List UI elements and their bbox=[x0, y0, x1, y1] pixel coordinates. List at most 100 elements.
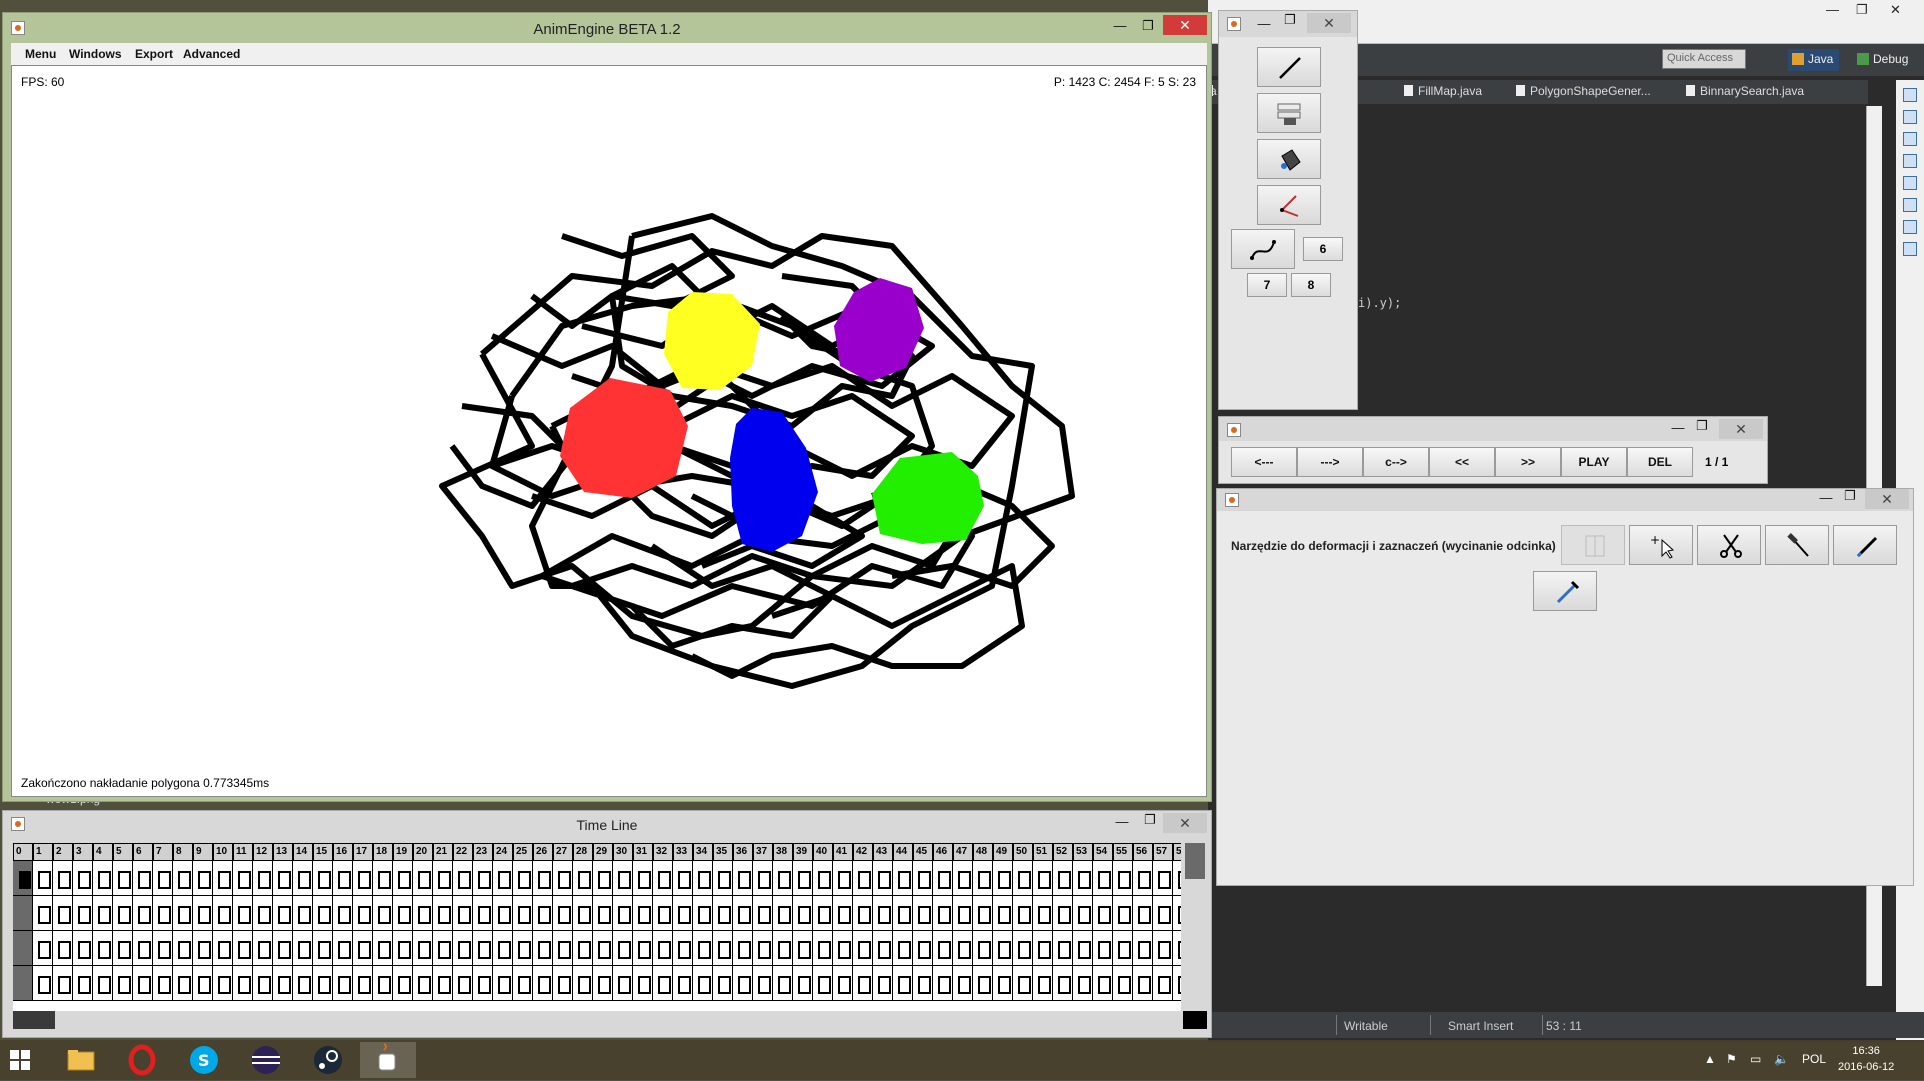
frame-cell[interactable] bbox=[533, 896, 553, 931]
frame-cell[interactable] bbox=[1173, 966, 1181, 1001]
frame-cell[interactable] bbox=[453, 861, 473, 896]
frame-cell[interactable] bbox=[913, 931, 933, 966]
frame-cell[interactable] bbox=[493, 966, 513, 1001]
frame-cell[interactable] bbox=[513, 931, 533, 966]
frame-cell[interactable] bbox=[973, 896, 993, 931]
scroll-thumb[interactable] bbox=[13, 1011, 55, 1029]
frame-cell[interactable] bbox=[33, 966, 53, 1001]
menu-export[interactable]: Export bbox=[135, 47, 173, 61]
frame-cell[interactable] bbox=[1173, 861, 1181, 896]
frame-cell[interactable] bbox=[993, 931, 1013, 966]
frame-cell[interactable] bbox=[193, 896, 213, 931]
timeline-vertical-scrollbar[interactable] bbox=[1183, 843, 1207, 1031]
frame-cell[interactable] bbox=[573, 966, 593, 1001]
frame-cell[interactable] bbox=[633, 931, 653, 966]
frame-cell[interactable] bbox=[893, 966, 913, 1001]
frame-cell[interactable] bbox=[773, 931, 793, 966]
frame-cell[interactable] bbox=[773, 896, 793, 931]
frame-cell[interactable] bbox=[1113, 896, 1133, 931]
frame-cell[interactable] bbox=[1113, 931, 1133, 966]
deform-minimize-button[interactable]: — bbox=[1817, 491, 1835, 507]
taskbar-java-app[interactable] bbox=[360, 1042, 416, 1078]
frame-cell[interactable] bbox=[373, 931, 393, 966]
frame-cell[interactable] bbox=[813, 966, 833, 1001]
frame-cell[interactable] bbox=[753, 861, 773, 896]
frame-cell[interactable] bbox=[233, 966, 253, 1001]
frame-cell[interactable] bbox=[533, 861, 553, 896]
side-view-icon[interactable] bbox=[1903, 242, 1917, 256]
frame-cell[interactable] bbox=[1013, 966, 1033, 1001]
frame-cell[interactable] bbox=[73, 931, 93, 966]
frame-cell[interactable] bbox=[873, 896, 893, 931]
frame-cell[interactable] bbox=[433, 931, 453, 966]
frame-cell[interactable] bbox=[33, 931, 53, 966]
frame-cell[interactable] bbox=[533, 931, 553, 966]
line-tool-button[interactable] bbox=[1257, 47, 1321, 87]
frame-cell[interactable] bbox=[1033, 931, 1053, 966]
frame-cell[interactable] bbox=[593, 966, 613, 1001]
frame-cell[interactable] bbox=[473, 966, 493, 1001]
frame-cell[interactable] bbox=[173, 931, 193, 966]
tools-minimize-button[interactable]: — bbox=[1255, 17, 1273, 33]
curve-tool-button[interactable] bbox=[1231, 229, 1295, 269]
frame-cell[interactable] bbox=[113, 861, 133, 896]
frame-cell[interactable] bbox=[33, 896, 53, 931]
ide-minimize-button[interactable]: — bbox=[1826, 2, 1839, 17]
drawing-canvas[interactable]: FPS: 60 P: 1423 C: 2454 F: 5 S: 23 Zakoń… bbox=[11, 65, 1207, 797]
frame-cell[interactable] bbox=[173, 896, 193, 931]
frame-cell[interactable] bbox=[213, 931, 233, 966]
frame-cell[interactable] bbox=[533, 966, 553, 1001]
next-frame-button[interactable]: ---> bbox=[1297, 447, 1363, 477]
frame-cell[interactable] bbox=[1113, 861, 1133, 896]
frame-cell[interactable] bbox=[233, 861, 253, 896]
frame-cell[interactable] bbox=[913, 896, 933, 931]
frame-cell[interactable] bbox=[973, 931, 993, 966]
tools-maximize-button[interactable]: ❐ bbox=[1281, 13, 1299, 29]
editor-tab-polygonshape[interactable]: PolygonShapeGener... bbox=[1516, 84, 1651, 98]
edit-tool-button[interactable] bbox=[1833, 525, 1897, 565]
frame-cell[interactable] bbox=[253, 931, 273, 966]
editor-tab-binnarysearch[interactable]: BinnarySearch.java bbox=[1686, 84, 1804, 98]
frame-cell[interactable] bbox=[393, 931, 413, 966]
disabled-tool-button[interactable] bbox=[1561, 525, 1625, 565]
frame-cell[interactable] bbox=[953, 861, 973, 896]
maximize-button[interactable]: ❐ bbox=[1139, 19, 1157, 35]
number-button-8[interactable]: 8 bbox=[1291, 273, 1331, 297]
frame-cell[interactable] bbox=[1093, 861, 1113, 896]
frame-cell[interactable] bbox=[413, 896, 433, 931]
frame-cell[interactable] bbox=[353, 931, 373, 966]
frame-cell[interactable] bbox=[93, 861, 113, 896]
frame-cell[interactable] bbox=[233, 931, 253, 966]
menu-menu[interactable]: Menu bbox=[25, 47, 56, 61]
frame-cell[interactable] bbox=[753, 966, 773, 1001]
frame-cell[interactable] bbox=[353, 896, 373, 931]
frame-cell[interactable] bbox=[413, 861, 433, 896]
frame-cell[interactable] bbox=[1053, 861, 1073, 896]
frame-cell[interactable] bbox=[473, 861, 493, 896]
frame-cell[interactable] bbox=[193, 931, 213, 966]
frame-cell[interactable] bbox=[453, 966, 473, 1001]
frame-cell[interactable] bbox=[1073, 966, 1093, 1001]
frame-cell[interactable] bbox=[393, 896, 413, 931]
frame-cell[interactable] bbox=[313, 861, 333, 896]
frame-cell[interactable] bbox=[353, 861, 373, 896]
frame-cell[interactable] bbox=[813, 931, 833, 966]
number-button-6[interactable]: 6 bbox=[1303, 237, 1343, 261]
playback-minimize-button[interactable]: — bbox=[1669, 421, 1687, 437]
editor-tab-fillmap[interactable]: FillMap.java bbox=[1404, 84, 1482, 98]
layer-handle[interactable] bbox=[13, 861, 33, 896]
frame-cell[interactable] bbox=[273, 896, 293, 931]
frame-cell[interactable] bbox=[373, 896, 393, 931]
frame-cell[interactable] bbox=[853, 931, 873, 966]
frame-cell[interactable] bbox=[173, 966, 193, 1001]
frame-cell[interactable] bbox=[53, 931, 73, 966]
frame-cell[interactable] bbox=[833, 931, 853, 966]
frame-cell[interactable] bbox=[233, 896, 253, 931]
frame-cell[interactable] bbox=[213, 966, 233, 1001]
frame-cell[interactable] bbox=[673, 966, 693, 1001]
frame-cell[interactable] bbox=[493, 896, 513, 931]
frame-cell[interactable] bbox=[1173, 931, 1181, 966]
frame-cell[interactable] bbox=[473, 931, 493, 966]
frame-cell[interactable] bbox=[213, 861, 233, 896]
playback-maximize-button[interactable]: ❐ bbox=[1693, 419, 1711, 435]
